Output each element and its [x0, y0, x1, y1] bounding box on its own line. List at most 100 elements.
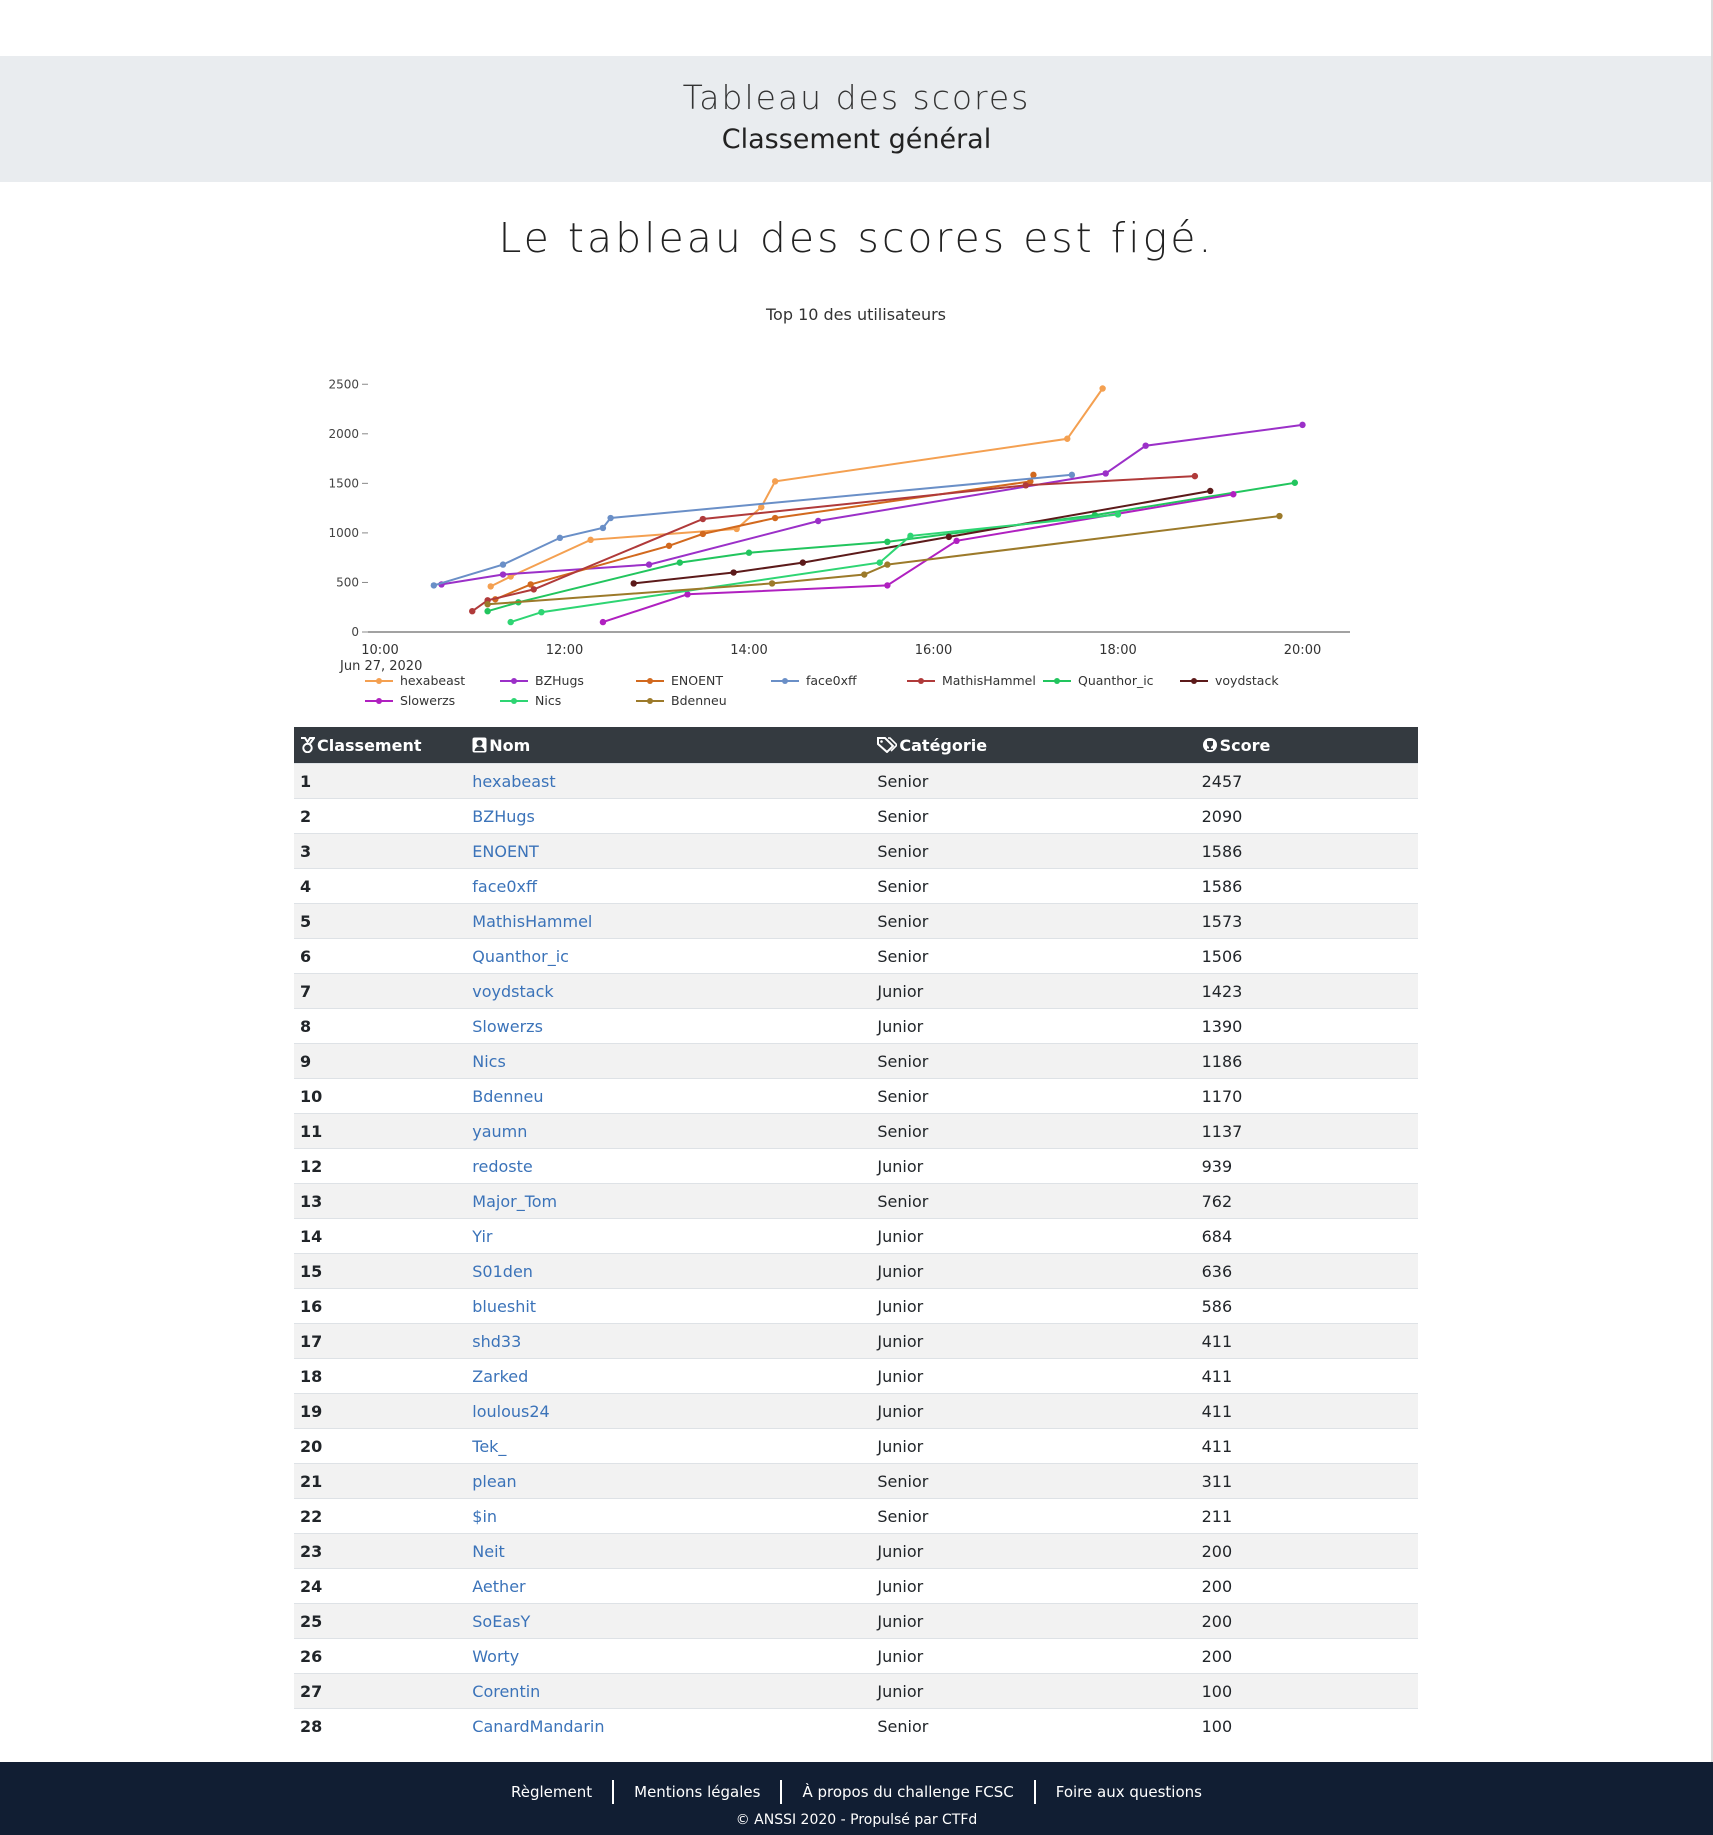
data-point-Quanthor_ic: [1291, 479, 1299, 486]
user-name-link[interactable]: $in: [466, 1498, 872, 1534]
data-point-Quanthor_ic: [745, 549, 753, 556]
data-point-BZHugs: [1299, 421, 1306, 429]
user-name-link[interactable]: Tek_: [466, 1428, 872, 1464]
column-header-score-label: Score: [1219, 735, 1271, 755]
user-name-link[interactable]: voydstack: [466, 973, 872, 1009]
data-point-BZHugs: [1142, 442, 1149, 449]
category-cell: Junior: [871, 1218, 1196, 1254]
table-row: 24 Aether Junior 200: [294, 1568, 1418, 1604]
score-cell: 1586: [1195, 868, 1418, 904]
footer-link-faq[interactable]: Foire aux questions: [1036, 1783, 1222, 1801]
user-name-link[interactable]: Quanthor_ic: [466, 938, 872, 974]
data-point-Slowerzs: [1230, 491, 1237, 498]
column-header-rank[interactable]: Classement: [294, 727, 467, 764]
user-name-link[interactable]: Slowerzs: [466, 1008, 872, 1044]
score-cell: 411: [1195, 1393, 1418, 1429]
column-header-category[interactable]: Catégorie: [871, 727, 1196, 764]
score-cell: 1390: [1195, 1008, 1418, 1044]
score-cell: 762: [1195, 1183, 1418, 1219]
rank-cell: 16: [294, 1288, 467, 1324]
data-point-Nics: [507, 618, 514, 626]
table-row: 18 Zarked Junior 411: [294, 1358, 1418, 1394]
x-tick-label: 10:00: [361, 643, 398, 658]
rank-cell: 17: [294, 1323, 467, 1359]
data-point-ENOENT: [699, 530, 707, 538]
y-tick-label: 0: [351, 625, 359, 639]
rank-cell: 8: [294, 1008, 467, 1044]
user-name-link[interactable]: SoEasY: [466, 1603, 872, 1639]
column-header-name[interactable]: Nom: [466, 727, 872, 764]
legend-swatch-dot: [918, 678, 924, 684]
data-point-Bdenneu: [484, 601, 491, 608]
rank-cell: 1: [294, 763, 467, 799]
category-cell: Junior: [871, 1323, 1196, 1359]
user-name-link[interactable]: Bdenneu: [466, 1078, 872, 1114]
data-point-face0xff: [599, 524, 607, 532]
user-name-link[interactable]: loulous24: [466, 1393, 872, 1429]
footer-link-rules[interactable]: Règlement: [491, 1783, 612, 1801]
data-point-Slowerzs: [599, 618, 607, 626]
rank-cell: 7: [294, 973, 467, 1009]
data-point-Nics: [538, 608, 545, 616]
data-point-ENOENT: [771, 514, 779, 522]
footer-link-legal[interactable]: Mentions légales: [614, 1783, 780, 1801]
footer-links: Règlement Mentions légales À propos du cha…: [0, 1780, 1713, 1804]
category-cell: Senior: [871, 1183, 1196, 1219]
category-cell: Junior: [871, 1568, 1196, 1604]
user-name-link[interactable]: face0xff: [466, 868, 872, 904]
medal-icon: [301, 736, 316, 753]
category-cell: Junior: [871, 1253, 1196, 1289]
data-point-BZHugs: [499, 571, 507, 578]
data-point-face0xff: [607, 514, 614, 522]
user-name-link[interactable]: S01den: [466, 1253, 872, 1289]
user-name-link[interactable]: plean: [466, 1463, 872, 1499]
user-name-link[interactable]: shd33: [466, 1323, 872, 1359]
user-name-link[interactable]: Worty: [466, 1638, 872, 1674]
score-cell: 939: [1195, 1148, 1418, 1184]
score-cell: 100: [1195, 1673, 1418, 1709]
column-header-score[interactable]: Score: [1195, 727, 1418, 764]
user-name-link[interactable]: blueshit: [466, 1288, 872, 1324]
user-name-link[interactable]: Zarked: [466, 1358, 872, 1394]
score-cell: 200: [1195, 1533, 1418, 1569]
user-name-link[interactable]: redoste: [466, 1148, 872, 1184]
data-point-hexabeast: [771, 478, 779, 485]
data-point-face0xff: [556, 534, 564, 542]
user-name-link[interactable]: Nics: [466, 1043, 872, 1079]
user-name-link[interactable]: CanardMandarin: [466, 1708, 872, 1743]
legend-swatch-dot: [376, 678, 382, 684]
table-row: 26 Worty Junior 200: [294, 1638, 1418, 1674]
user-name-link[interactable]: Corentin: [466, 1673, 872, 1709]
table-row: 1 hexabeast Senior 2457: [294, 763, 1418, 799]
data-point-Bdenneu: [768, 580, 776, 587]
user-name-link[interactable]: Yir: [466, 1218, 872, 1254]
data-point-MathisHammel: [699, 515, 707, 523]
category-cell: Junior: [871, 973, 1196, 1009]
data-point-Bdenneu: [1276, 512, 1283, 520]
user-name-link[interactable]: hexabeast: [466, 763, 872, 799]
user-name-link[interactable]: BZHugs: [466, 798, 872, 834]
user-name-link[interactable]: yaumn: [466, 1113, 872, 1149]
legend-item-Quanthor_ic: Quanthor_ic: [1078, 673, 1154, 688]
footer-copyright: © ANSSI 2020 - Propulsé par CTFd: [735, 1812, 978, 1828]
score-cell: 1170: [1195, 1078, 1418, 1114]
category-cell: Junior: [871, 1533, 1196, 1569]
legend-item-voydstack: voydstack: [1215, 673, 1279, 688]
table-row: 4 face0xff Senior 1586: [294, 868, 1418, 904]
rank-cell: 11: [294, 1113, 467, 1149]
user-name-link[interactable]: Major_Tom: [466, 1183, 872, 1219]
x-tick-label: 12:00: [546, 643, 583, 658]
score-cell: 200: [1195, 1568, 1418, 1604]
score-cell: 1423: [1195, 973, 1418, 1009]
data-point-face0xff: [499, 561, 507, 568]
column-header-rank-label: Classement: [317, 735, 422, 755]
category-cell: Senior: [871, 1708, 1196, 1743]
user-name-link[interactable]: Aether: [466, 1568, 872, 1604]
user-name-link[interactable]: MathisHammel: [466, 903, 872, 939]
category-cell: Senior: [871, 1043, 1196, 1079]
user-name-link[interactable]: Neit: [466, 1533, 872, 1569]
score-cell: 1573: [1195, 903, 1418, 939]
score-cell: 1586: [1195, 833, 1418, 869]
user-name-link[interactable]: ENOENT: [466, 833, 872, 869]
footer-link-about[interactable]: À propos du challenge FCSC: [782, 1783, 1033, 1801]
